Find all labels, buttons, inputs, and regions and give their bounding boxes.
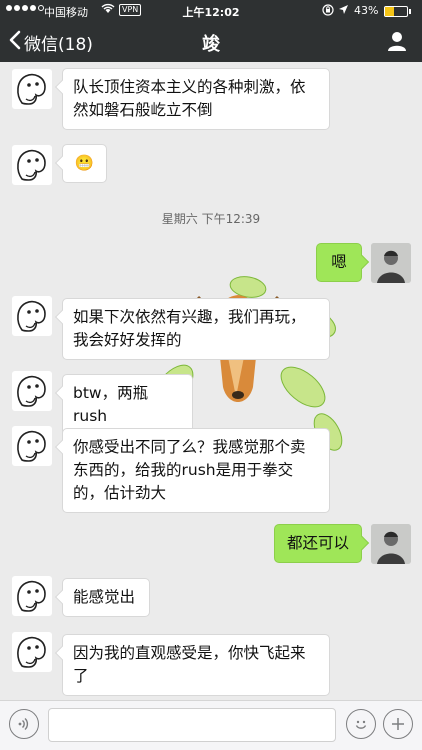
my-avatar[interactable] (371, 243, 411, 283)
location-arrow-icon (338, 4, 349, 18)
contact-avatar[interactable] (12, 145, 52, 185)
contact-avatar[interactable] (12, 296, 52, 336)
message-bubble[interactable]: 队长顶住资本主义的各种刺激，依然如磐石般屹立不倒 (62, 68, 330, 130)
person-icon[interactable] (386, 30, 408, 52)
contact-avatar[interactable] (12, 576, 52, 616)
contact-avatar[interactable] (12, 371, 52, 411)
time-divider: 星期六 下午12:39 (161, 212, 261, 226)
plus-icon[interactable] (383, 709, 413, 739)
contact-avatar[interactable] (12, 426, 52, 466)
contact-avatar[interactable] (12, 69, 52, 109)
nav-bar: 微信(18) 竣 (0, 22, 422, 62)
top-bar: 中国移动 VPN 上午12:02 43% 微信(18) 竣 (0, 0, 422, 62)
battery-percent: 43% (354, 4, 379, 17)
rotation-lock-icon (322, 4, 334, 19)
message-bubble[interactable]: 都还可以 (274, 524, 362, 563)
message-bubble[interactable]: 能感觉出 (62, 578, 150, 617)
message-bubble[interactable]: 你感受出不同了么？我感觉那个卖东西的，给我的rush是用于拳交的，估计劲大 (62, 428, 330, 513)
message-bubble[interactable]: 因为我的直观感受是，你快飞起来了 (62, 634, 330, 696)
message-bubble[interactable]: 如果下次依然有兴趣，我们再玩，我会好好发挥的 (62, 298, 330, 360)
voice-icon[interactable] (9, 709, 39, 739)
contact-avatar[interactable] (12, 632, 52, 672)
chat-area[interactable]: 队长顶住资本主义的各种刺激，依然如磐石般屹立不倒 😬 星期六 下午12:39 嗯… (0, 62, 422, 700)
message-input[interactable] (48, 708, 336, 742)
message-bubble[interactable]: 嗯 (316, 243, 362, 282)
message-bubble[interactable]: 😬 (62, 144, 107, 183)
input-bar (0, 700, 422, 750)
status-bar: 中国移动 VPN 上午12:02 43% (0, 0, 422, 22)
message-bubble[interactable]: btw，两瓶rush (62, 374, 193, 436)
my-avatar[interactable] (371, 524, 411, 564)
emoji-icon[interactable] (346, 709, 376, 739)
chat-title: 竣 (202, 34, 220, 55)
battery-icon (384, 6, 411, 17)
